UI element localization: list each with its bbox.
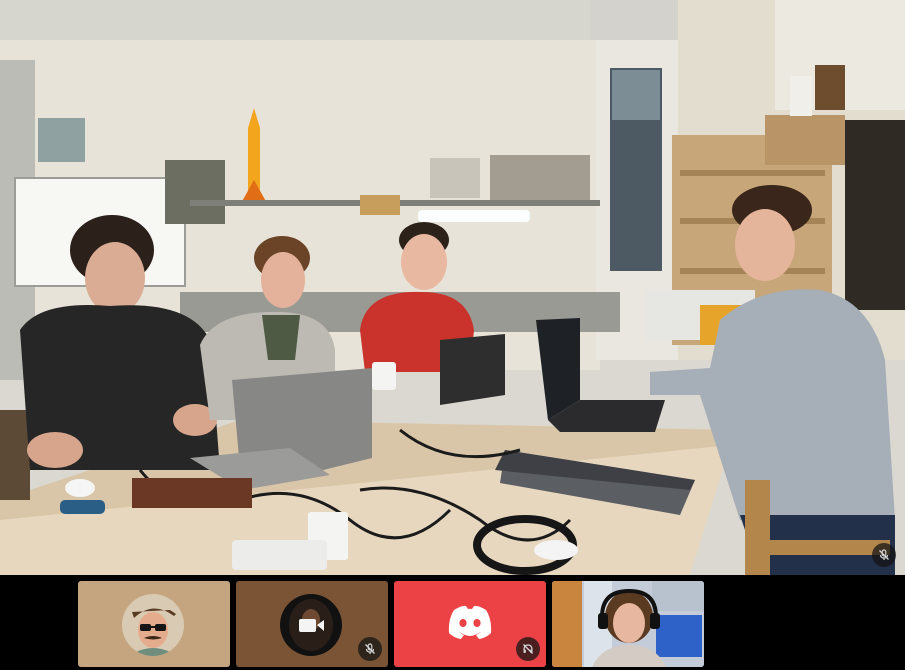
- deafened-icon: [523, 644, 533, 654]
- participant-tile-1[interactable]: [78, 581, 230, 667]
- avatar-camera-off-icon: [280, 594, 342, 656]
- mic-muted-indicator: [358, 637, 382, 661]
- webcam-video: [552, 581, 704, 667]
- participant-tile-2[interactable]: [236, 581, 388, 667]
- mic-muted-icon: [365, 643, 375, 654]
- participant-strip: [0, 575, 905, 670]
- main-video-frame: [0, 0, 905, 575]
- participant-tile-4[interactable]: [552, 581, 704, 667]
- video-call-window: [0, 0, 905, 670]
- avatar: [122, 594, 184, 656]
- main-video-stream[interactable]: [0, 0, 905, 575]
- sound-off-indicator: [516, 637, 540, 661]
- discord-logo-shape: [448, 605, 492, 639]
- main-mic-muted-indicator: [872, 543, 896, 567]
- mic-muted-icon: [879, 549, 889, 560]
- avatar: [280, 594, 342, 656]
- avatar-sunglasses-icon: [122, 594, 184, 656]
- participant-tile-3[interactable]: [394, 581, 546, 667]
- discord-logo-icon: [446, 603, 494, 643]
